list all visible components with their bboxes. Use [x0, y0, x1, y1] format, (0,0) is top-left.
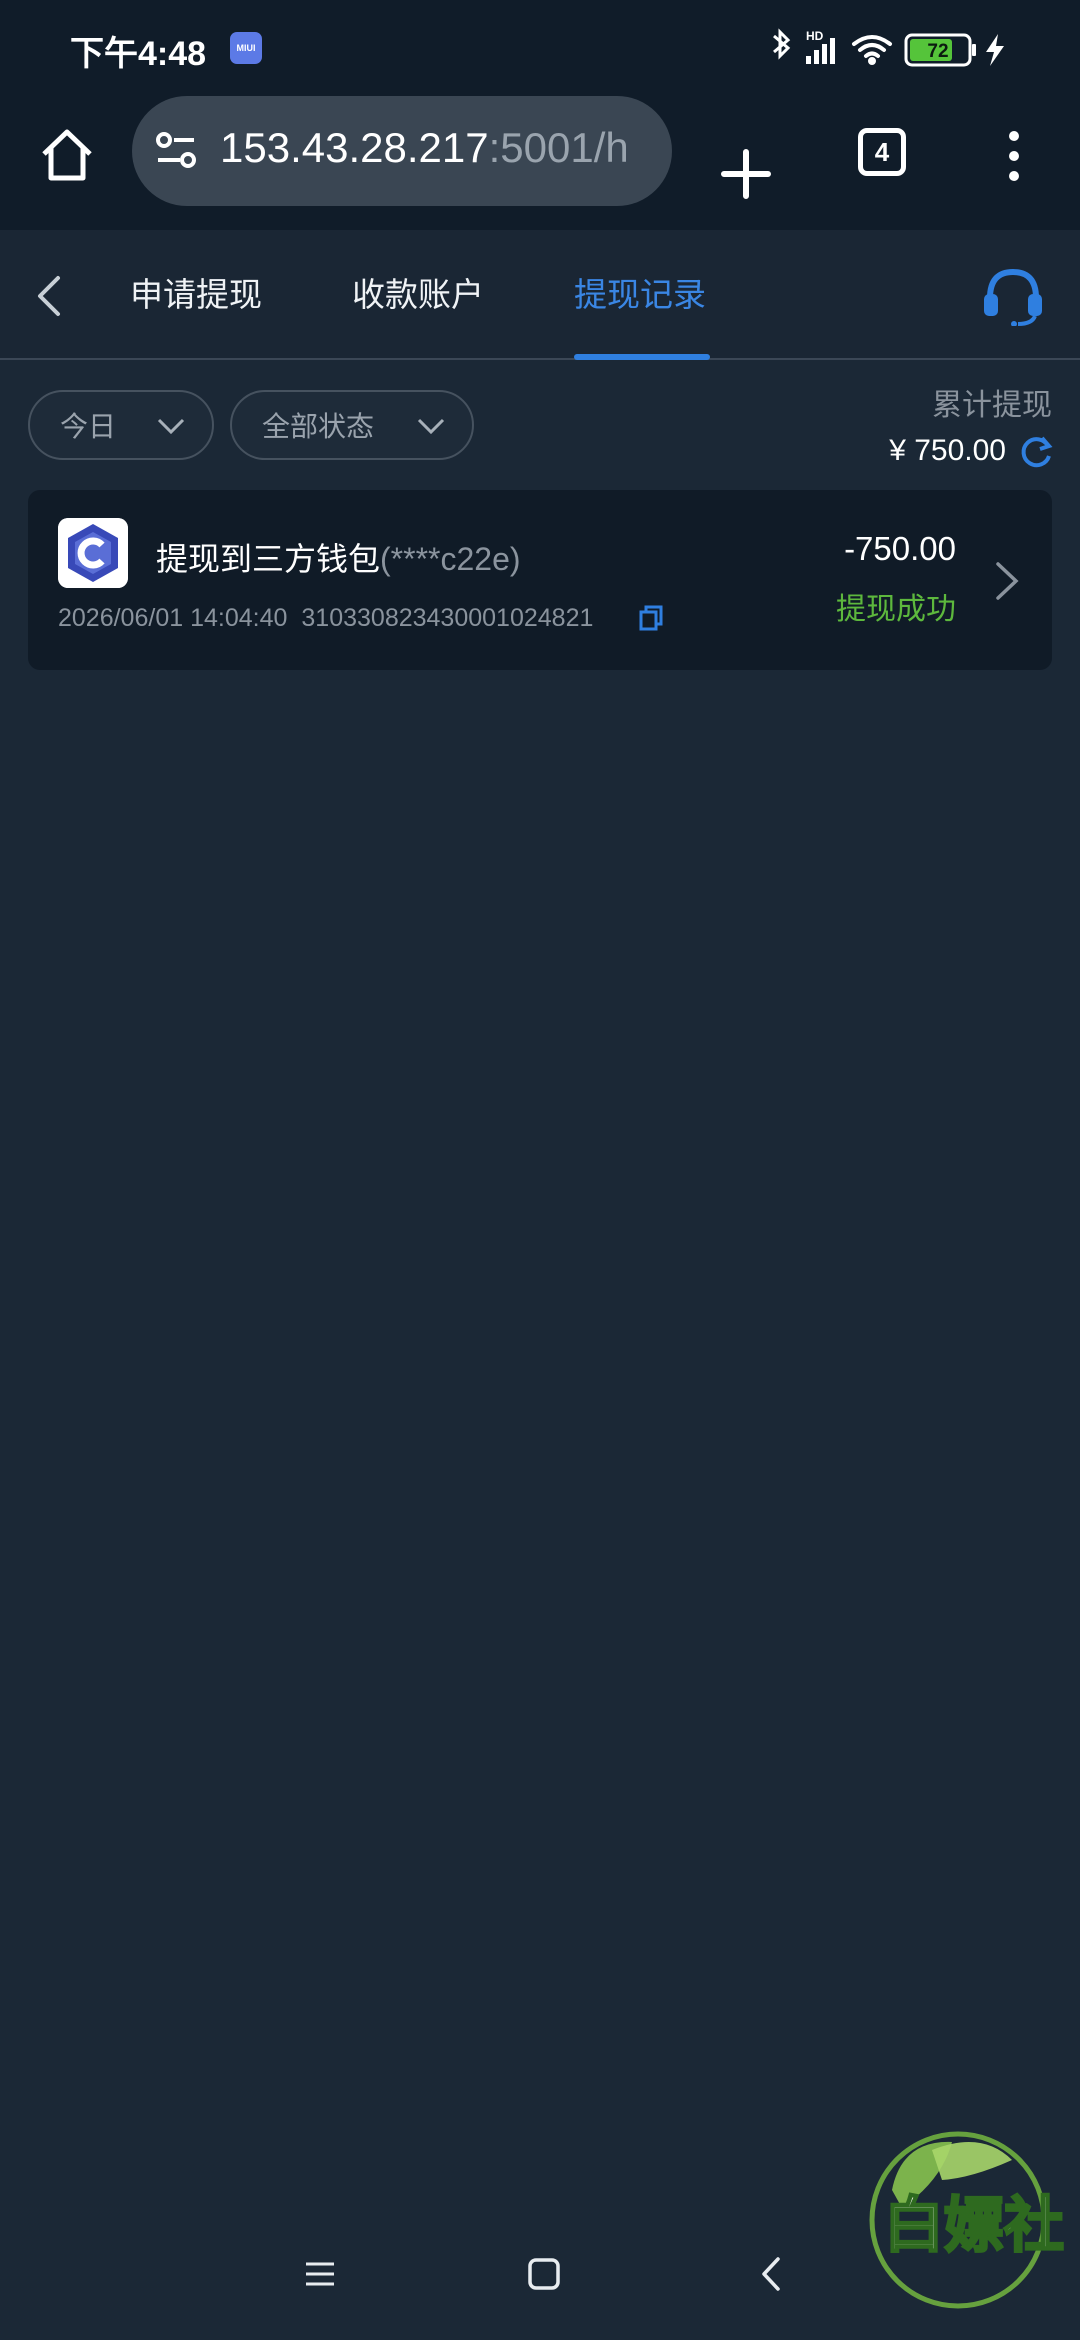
bluetooth-icon — [773, 28, 791, 60]
record-account: (****c22e) — [380, 541, 521, 577]
watermark-text: 白嫖社 — [884, 2191, 1064, 2261]
status-filter-value: 全部状态 — [262, 410, 375, 443]
tab-withdraw-records[interactable]: 提现记录 — [574, 268, 706, 316]
battery-level: 72 — [927, 41, 948, 62]
battery-icon: 72 — [904, 33, 976, 67]
record-title: 提现到三方钱包(****c22e) — [156, 534, 521, 580]
withdraw-record-card[interactable]: 提现到三方钱包(****c22e) 2026/06/01 14:04:40 310… — [28, 490, 1052, 670]
wifi-icon — [852, 35, 892, 65]
record-status: 提现成功 — [836, 592, 956, 627]
browser-toolbar: 153.43.28.217:5001/h 4 — [0, 96, 1080, 230]
date-filter-value: 今日 — [60, 410, 117, 443]
status-icons: HD 72 — [773, 28, 1004, 67]
date-filter-dropdown[interactable]: 今日 — [28, 390, 214, 460]
back-icon[interactable] — [756, 2256, 786, 2292]
menu-icon[interactable] — [302, 2256, 338, 2292]
wallet-logo-icon — [58, 518, 128, 588]
watermark-logo: 白嫖社 — [869, 2131, 1065, 2309]
url-path: :5001/h — [488, 124, 629, 171]
more-vert-icon[interactable] — [998, 128, 1030, 184]
site-settings-icon[interactable] — [154, 128, 200, 174]
back-arrow-icon[interactable] — [30, 274, 66, 318]
tab-receiving-account[interactable]: 收款账户 — [352, 268, 484, 316]
record-txid: 31033082343000102482‍1 — [301, 604, 594, 632]
record-title-text: 提现到三方钱包 — [156, 540, 381, 578]
status-filter-dropdown[interactable]: 全部状态 — [230, 390, 474, 460]
copy-icon[interactable] — [638, 604, 664, 632]
network-type-label: HD — [806, 29, 824, 43]
page-nav: 申请提现 收款账户 提现记录 — [0, 230, 1080, 360]
chevron-right-icon[interactable] — [994, 560, 1020, 602]
refresh-icon[interactable] — [1018, 434, 1054, 470]
url-bar[interactable]: 153.43.28.217:5001/h — [132, 96, 672, 206]
url-host: 153.43.28.217 — [220, 124, 489, 171]
record-meta: 2026/06/01 14:04:40 31033082343000102482‍… — [58, 604, 593, 633]
headset-support-icon[interactable] — [980, 264, 1046, 326]
home-square-icon[interactable] — [526, 2256, 562, 2292]
status-bar: 下午4:48 MIUI HD 72 — [0, 0, 1080, 96]
total-withdraw-amount: ¥ 750.00 — [889, 434, 1006, 467]
chevron-down-icon — [157, 418, 185, 435]
plus-icon[interactable] — [718, 146, 774, 202]
tab-apply-withdraw[interactable]: 申请提现 — [130, 268, 262, 316]
miui-badge: MIUI — [230, 32, 262, 64]
chevron-down-icon — [417, 418, 445, 435]
tab-count-button[interactable]: 4 — [858, 128, 906, 176]
status-time: 下午4:48 — [70, 35, 207, 73]
home-icon[interactable] — [36, 124, 98, 186]
record-datetime: 2026/06/01 14:04:40 — [58, 604, 288, 632]
active-tab-indicator — [574, 354, 710, 360]
charging-icon — [986, 34, 1004, 66]
record-amount: -750.00 — [844, 530, 956, 567]
total-withdraw-label: 累计提现 — [932, 388, 1052, 423]
url-text[interactable]: 153.43.28.217:5001/h — [220, 124, 629, 172]
